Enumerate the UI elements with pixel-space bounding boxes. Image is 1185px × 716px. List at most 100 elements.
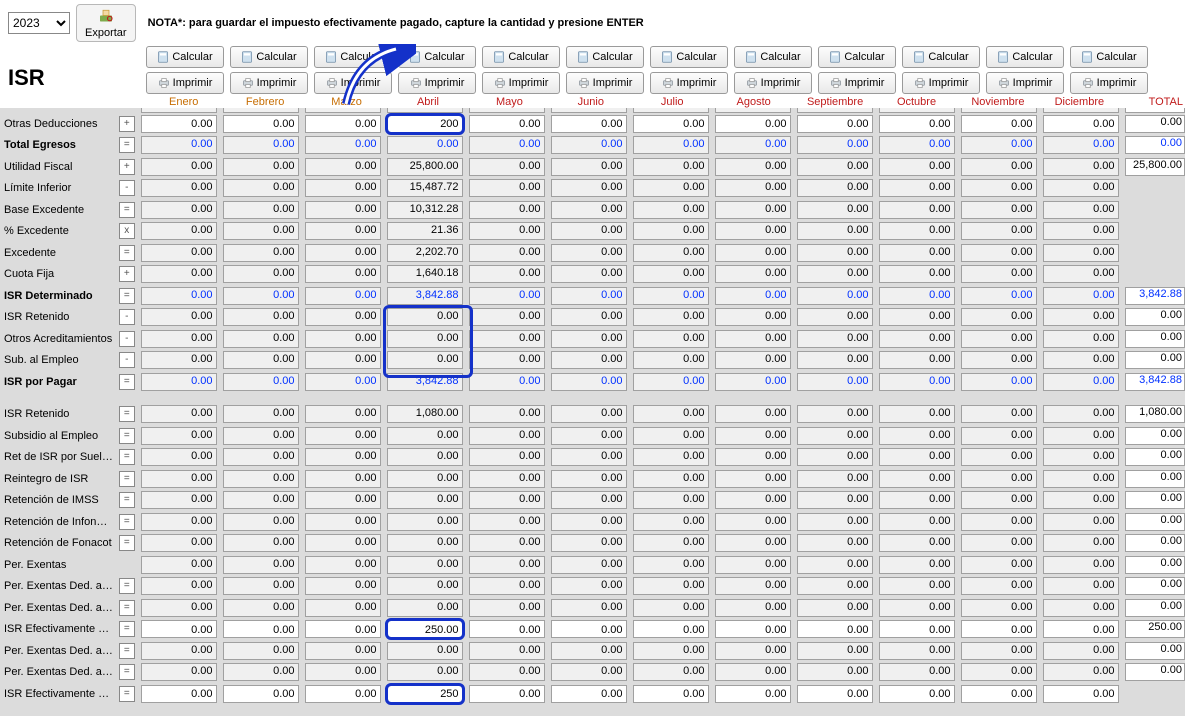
input-isr-ef-pagado2-julio[interactable] [634, 687, 705, 702]
calcular-button-enero[interactable]: Calcular [146, 46, 224, 68]
cell-otras-deducciones-junio[interactable] [551, 115, 627, 133]
imprimir-button-enero[interactable]: Imprimir [146, 72, 224, 94]
input-isr-ef-pagado-agosto[interactable] [716, 622, 787, 637]
input-isr-ef-pagado-marzo[interactable] [306, 622, 377, 637]
cell-isr-ef-pagado-agosto[interactable] [715, 620, 791, 638]
imprimir-button-marzo[interactable]: Imprimir [314, 72, 392, 94]
input-isr-ef-pagado2-mayo[interactable] [470, 687, 541, 702]
cell-isr-ef-pagado2-julio[interactable] [633, 685, 709, 703]
cell-isr-ef-pagado-julio[interactable] [633, 620, 709, 638]
export-button[interactable]: Exportar [76, 4, 136, 42]
cell-isr-ef-pagado2-abril[interactable] [387, 685, 463, 703]
input-isr-ef-pagado-septiembre[interactable] [798, 622, 869, 637]
input-isr-ef-pagado2-marzo[interactable] [306, 687, 377, 702]
calcular-button-junio[interactable]: Calcular [566, 46, 644, 68]
cell-isr-ef-pagado2-mayo[interactable] [469, 685, 545, 703]
calcular-button-abril[interactable]: Calcular [398, 46, 476, 68]
cell-isr-ef-pagado2-junio[interactable] [551, 685, 627, 703]
cell-otras-deducciones-julio[interactable] [633, 115, 709, 133]
calcular-button-julio[interactable]: Calcular [650, 46, 728, 68]
cell-isr-ef-pagado-enero[interactable] [141, 620, 217, 638]
input-isr-ef-pagado-diciembre[interactable] [1044, 622, 1115, 637]
input-isr-ef-pagado-octubre[interactable] [880, 622, 951, 637]
input-isr-ef-pagado2-noviembre[interactable] [962, 687, 1033, 702]
input-isr-ef-pagado2-enero[interactable] [142, 687, 213, 702]
input-otras-deducciones-julio[interactable] [634, 117, 705, 132]
cell-isr-pagar-enero: 0.00 [141, 373, 217, 391]
cell-isr-ef-pagado-junio[interactable] [551, 620, 627, 638]
imprimir-button-julio[interactable]: Imprimir [650, 72, 728, 94]
cell-isr-ef-pagado2-diciembre[interactable] [1043, 685, 1119, 703]
input-isr-ef-pagado-julio[interactable] [634, 622, 705, 637]
cell-isr-ef-pagado2-octubre[interactable] [879, 685, 955, 703]
input-isr-ef-pagado2-diciembre[interactable] [1044, 687, 1115, 702]
cell-isr-ef-pagado2-agosto[interactable] [715, 685, 791, 703]
year-select[interactable]: 2023 [8, 12, 70, 34]
input-otras-deducciones-enero[interactable] [142, 117, 213, 132]
cell-isr-retenido-julio: 0.00 [633, 308, 709, 326]
cell-otras-deducciones-abril[interactable] [387, 115, 463, 133]
input-isr-ef-pagado-abril[interactable] [388, 622, 459, 637]
calcular-button-noviembre[interactable]: Calcular [986, 46, 1064, 68]
calcular-button-septiembre[interactable]: Calcular [818, 46, 896, 68]
cell-otras-deducciones-marzo[interactable] [305, 115, 381, 133]
input-otras-deducciones-noviembre[interactable] [962, 117, 1033, 132]
cell-isr-ef-pagado2-enero[interactable] [141, 685, 217, 703]
calcular-button-octubre[interactable]: Calcular [902, 46, 980, 68]
input-isr-ef-pagado-noviembre[interactable] [962, 622, 1033, 637]
cell-isr-ef-pagado-noviembre[interactable] [961, 620, 1037, 638]
input-isr-ef-pagado2-agosto[interactable] [716, 687, 787, 702]
imprimir-button-agosto[interactable]: Imprimir [734, 72, 812, 94]
input-otras-deducciones-agosto[interactable] [716, 117, 787, 132]
cell-isr-ef-pagado-septiembre[interactable] [797, 620, 873, 638]
cell-isr-ef-pagado2-septiembre[interactable] [797, 685, 873, 703]
input-isr-ef-pagado2-octubre[interactable] [880, 687, 951, 702]
imprimir-button-abril[interactable]: Imprimir [398, 72, 476, 94]
cell-otras-deducciones-agosto[interactable] [715, 115, 791, 133]
cell-isr-ef-pagado2-noviembre[interactable] [961, 685, 1037, 703]
imprimir-button-mayo[interactable]: Imprimir [482, 72, 560, 94]
cell-isr-ef-pagado-abril[interactable] [387, 620, 463, 638]
input-otras-deducciones-abril[interactable] [388, 117, 459, 132]
cell-isr-ef-pagado-febrero[interactable] [223, 620, 299, 638]
calcular-button-agosto[interactable]: Calcular [734, 46, 812, 68]
imprimir-button-diciembre[interactable]: Imprimir [1070, 72, 1148, 94]
input-otras-deducciones-septiembre[interactable] [798, 117, 869, 132]
cell-isr-ef-pagado-mayo[interactable] [469, 620, 545, 638]
calcular-button-diciembre[interactable]: Calcular [1070, 46, 1148, 68]
input-isr-ef-pagado-enero[interactable] [142, 622, 213, 637]
cell-otras-deducciones-octubre[interactable] [879, 115, 955, 133]
cell-isr-ef-pagado-octubre[interactable] [879, 620, 955, 638]
imprimir-button-noviembre[interactable]: Imprimir [986, 72, 1064, 94]
input-isr-ef-pagado2-abril[interactable] [388, 687, 459, 702]
cell-isr-ef-pagado-diciembre[interactable] [1043, 620, 1119, 638]
cell-otras-deducciones-diciembre[interactable] [1043, 115, 1119, 133]
imprimir-button-febrero[interactable]: Imprimir [230, 72, 308, 94]
cell-otras-deducciones-noviembre[interactable] [961, 115, 1037, 133]
cell-isr-ef-pagado2-febrero[interactable] [223, 685, 299, 703]
imprimir-button-septiembre[interactable]: Imprimir [818, 72, 896, 94]
input-otras-deducciones-diciembre[interactable] [1044, 117, 1115, 132]
input-isr-ef-pagado-mayo[interactable] [470, 622, 541, 637]
input-isr-ef-pagado2-junio[interactable] [552, 687, 623, 702]
cell-otras-deducciones-enero[interactable] [141, 115, 217, 133]
calcular-button-mayo[interactable]: Calcular [482, 46, 560, 68]
cell-otras-deducciones-febrero[interactable] [223, 115, 299, 133]
input-isr-ef-pagado2-septiembre[interactable] [798, 687, 869, 702]
imprimir-button-junio[interactable]: Imprimir [566, 72, 644, 94]
input-isr-ef-pagado-junio[interactable] [552, 622, 623, 637]
imprimir-button-octubre[interactable]: Imprimir [902, 72, 980, 94]
calcular-button-marzo[interactable]: Calcular [314, 46, 392, 68]
cell-otras-deducciones-septiembre[interactable] [797, 115, 873, 133]
calcular-button-febrero[interactable]: Calcular [230, 46, 308, 68]
input-otras-deducciones-junio[interactable] [552, 117, 623, 132]
input-otras-deducciones-mayo[interactable] [470, 117, 541, 132]
input-otras-deducciones-febrero[interactable] [224, 117, 295, 132]
input-isr-ef-pagado-febrero[interactable] [224, 622, 295, 637]
input-isr-ef-pagado2-febrero[interactable] [224, 687, 295, 702]
input-otras-deducciones-octubre[interactable] [880, 117, 951, 132]
cell-isr-ef-pagado2-marzo[interactable] [305, 685, 381, 703]
cell-otras-deducciones-mayo[interactable] [469, 115, 545, 133]
input-otras-deducciones-marzo[interactable] [306, 117, 377, 132]
cell-isr-ef-pagado-marzo[interactable] [305, 620, 381, 638]
